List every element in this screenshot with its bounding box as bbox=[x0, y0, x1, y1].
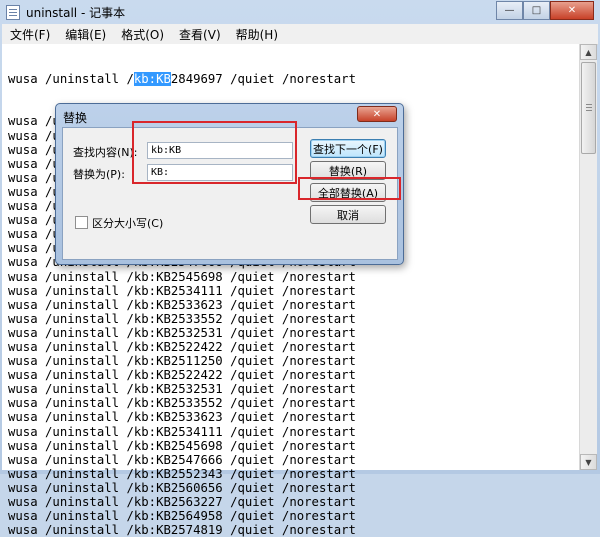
vertical-scrollbar[interactable]: ▲ ▼ bbox=[579, 44, 597, 470]
replace-with-label: 替换为(P): bbox=[73, 168, 125, 181]
menu-bar: 文件(F) 编辑(E) 格式(O) 查看(V) 帮助(H) bbox=[2, 24, 598, 45]
text-line: wusa /uninstall /kb:KB2532531 /quiet /no… bbox=[8, 325, 356, 340]
menu-format[interactable]: 格式(O) bbox=[113, 26, 171, 43]
scroll-down-button[interactable]: ▼ bbox=[580, 454, 597, 470]
text-line: wusa /uninstall /kb:KB2534111 /quiet /no… bbox=[8, 283, 356, 298]
text-line: wusa /uninstall /kb:KB2545698 /quiet /no… bbox=[8, 438, 356, 453]
text-line: wusa /uninstall /kb:KB2534111 /quiet /no… bbox=[8, 424, 356, 439]
dialog-close-button[interactable]: ✕ bbox=[357, 106, 397, 122]
selected-text: kb:KB bbox=[133, 72, 171, 87]
text-line: wusa /uninstall /kb:KB2522422 /quiet /no… bbox=[8, 368, 356, 383]
menu-file[interactable]: 文件(F) bbox=[2, 26, 57, 43]
cancel-button[interactable]: 取消 bbox=[310, 205, 386, 224]
menu-view[interactable]: 查看(V) bbox=[171, 26, 228, 43]
grip-line bbox=[586, 107, 592, 108]
scroll-up-button[interactable]: ▲ bbox=[580, 44, 597, 60]
grip-line bbox=[586, 104, 592, 105]
text-line: wusa /uninstall /kb:KB2849697 /quiet /no… bbox=[8, 72, 356, 87]
text-line: wusa /uninstall /kb:KB2545698 /quiet /no… bbox=[8, 269, 356, 284]
scroll-thumb[interactable] bbox=[581, 62, 596, 154]
text-line: wusa /uninstall /kb:KB2533623 /quiet /no… bbox=[8, 410, 356, 425]
window-title: uninstall - 记事本 bbox=[26, 6, 126, 20]
find-next-button[interactable]: 查找下一个(F) bbox=[310, 139, 386, 158]
line-suffix: 2849697 /quiet /norestart bbox=[170, 72, 356, 87]
text-line: wusa /uninstall /kb:KB2533552 /quiet /no… bbox=[8, 311, 356, 326]
text-line: wusa /uninstall /kb:KB2522422 /quiet /no… bbox=[8, 339, 356, 354]
text-line: wusa /uninstall /kb:KB2532531 /quiet /no… bbox=[8, 382, 356, 397]
highlight-box-inputs bbox=[132, 121, 297, 184]
maximize-button[interactable]: □ bbox=[523, 1, 550, 20]
find-what-label: 查找内容(N): bbox=[73, 146, 138, 159]
window-controls: — □ ✕ bbox=[496, 1, 594, 20]
line-prefix: wusa /uninstall / bbox=[8, 72, 134, 87]
text-line: wusa /uninstall /kb:KB2563227 /quiet /no… bbox=[8, 495, 356, 509]
grip-line bbox=[586, 110, 592, 111]
title-bar[interactable]: uninstall - 记事本 — □ ✕ bbox=[0, 0, 600, 24]
text-line: wusa /uninstall /kb:KB2511250 /quiet /no… bbox=[8, 354, 356, 369]
text-line: wusa /uninstall /kb:KB2574819 /quiet /no… bbox=[8, 523, 356, 537]
text-line: wusa /uninstall /kb:KB2547666 /quiet /no… bbox=[8, 452, 356, 467]
text-line: wusa /uninstall /kb:KB2564958 /quiet /no… bbox=[8, 509, 356, 524]
menu-edit[interactable]: 编辑(E) bbox=[57, 26, 113, 43]
text-line: wusa /uninstall /kb:KB2533552 /quiet /no… bbox=[8, 396, 356, 411]
match-case-checkbox[interactable] bbox=[75, 216, 88, 229]
highlight-box-replace-all bbox=[298, 177, 401, 200]
close-button[interactable]: ✕ bbox=[550, 1, 594, 20]
notepad-app-icon bbox=[6, 5, 20, 20]
text-line: wusa /uninstall /kb:KB2560656 /quiet /no… bbox=[8, 480, 356, 495]
text-line: wusa /uninstall /kb:KB2533623 /quiet /no… bbox=[8, 297, 356, 312]
dialog-title: 替换 bbox=[63, 111, 88, 125]
match-case-label: 区分大小写(C) bbox=[92, 217, 164, 230]
minimize-button[interactable]: — bbox=[496, 1, 523, 20]
menu-help[interactable]: 帮助(H) bbox=[228, 26, 285, 43]
